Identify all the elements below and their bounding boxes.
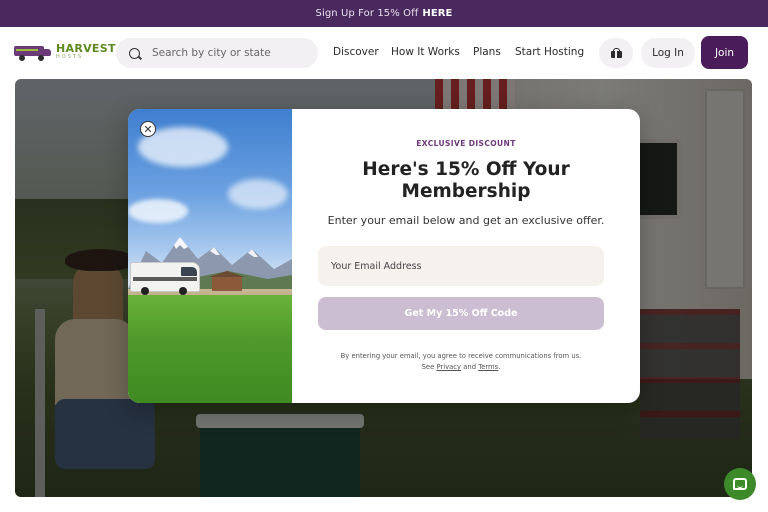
search-input[interactable] <box>152 47 302 59</box>
modal-eyebrow: EXCLUSIVE DISCOUNT <box>416 139 516 148</box>
chat-button[interactable] <box>724 468 756 500</box>
site-header: HARVEST HOSTS Discover How It Works Plan… <box>0 27 768 77</box>
gift-icon <box>610 48 622 58</box>
join-button[interactable]: Join <box>701 36 748 69</box>
promo-text: Sign Up For 15% Off <box>315 8 419 19</box>
modal-headline: Here's 15% Off Your Membership <box>362 159 570 202</box>
nav-discover[interactable]: Discover <box>333 46 391 58</box>
login-button[interactable]: Log In <box>641 38 695 68</box>
modal-photo <box>128 109 292 403</box>
chat-bubble-icon <box>733 478 747 490</box>
close-icon[interactable]: ✕ <box>140 121 156 137</box>
legal-text: By entering your email, you agree to rec… <box>340 352 582 371</box>
promo-banner[interactable]: Sign Up For 15% Off HERE <box>0 0 768 27</box>
privacy-link[interactable]: Privacy <box>436 363 461 371</box>
terms-link[interactable]: Terms <box>478 363 498 371</box>
search-icon <box>129 47 140 59</box>
promo-link[interactable]: HERE <box>422 8 452 19</box>
modal-content: EXCLUSIVE DISCOUNT Here's 15% Off Your M… <box>292 109 640 403</box>
nav-how-it-works[interactable]: How It Works <box>391 46 473 58</box>
logo-text: HARVEST <box>56 42 116 55</box>
rv-logo-icon <box>14 44 52 61</box>
logo[interactable]: HARVEST HOSTS <box>14 42 116 61</box>
get-code-button[interactable]: Get My 15% Off Code <box>318 297 604 330</box>
nav-start-hosting[interactable]: Start Hosting <box>515 46 595 58</box>
main-nav: Discover How It Works Plans Start Hostin… <box>333 46 595 58</box>
logo-subtext: HOSTS <box>56 54 84 60</box>
discount-modal: ✕ EXCLUSIVE DISCOUNT Here's 15% Off Your… <box>128 109 640 403</box>
search-bar[interactable] <box>116 38 318 68</box>
nav-plans[interactable]: Plans <box>473 46 515 58</box>
modal-subtext: Enter your email below and get an exclus… <box>327 214 605 227</box>
gift-button[interactable] <box>599 38 633 68</box>
email-field[interactable] <box>318 246 604 286</box>
